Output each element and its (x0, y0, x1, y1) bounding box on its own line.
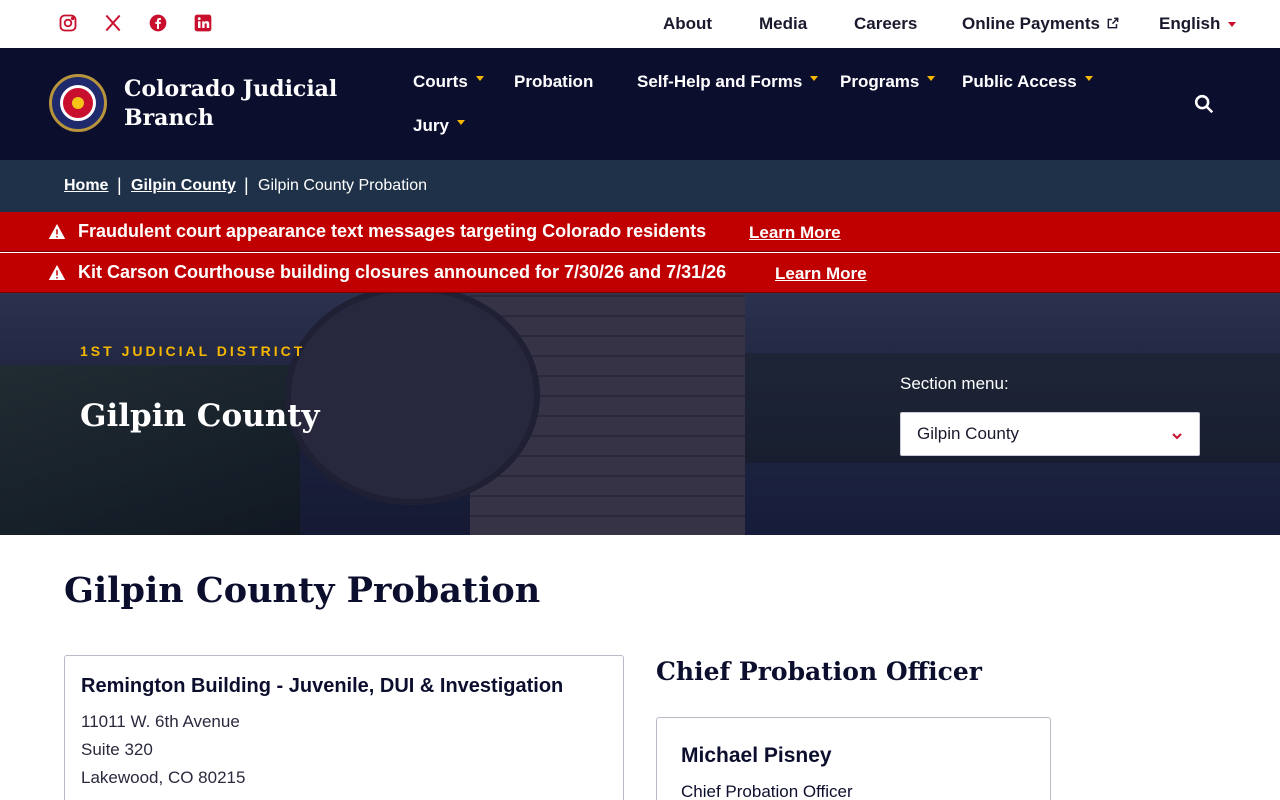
location-card: Remington Building - Juvenile, DUI & Inv… (64, 655, 624, 800)
language-select[interactable]: English (1159, 14, 1237, 34)
nav-jury[interactable]: Jury (413, 116, 465, 136)
colorado-courts-seal-logo[interactable] (49, 74, 107, 132)
search-icon[interactable] (1192, 93, 1216, 117)
breadcrumb-separator: | (117, 175, 122, 195)
officer-name: Michael Pisney (681, 744, 832, 767)
site-brand-name[interactable]: Colorado Judicial Branch (124, 75, 344, 133)
section-menu-value: Gilpin County (917, 424, 1020, 443)
caret-down-icon (475, 76, 484, 81)
nav-self-help[interactable]: Self-Help and Forms (637, 72, 819, 92)
page-title: Gilpin County Probation (64, 570, 541, 611)
x-icon[interactable] (102, 12, 124, 34)
caret-down-icon (1228, 22, 1237, 28)
external-link-icon (1106, 15, 1120, 35)
section-menu-select[interactable]: Gilpin County (900, 412, 1200, 456)
caret-down-icon (456, 120, 465, 125)
online-payments-label: Online Payments (962, 14, 1100, 33)
alert-message: Kit Carson Courthouse building closures … (78, 262, 727, 282)
media-link[interactable]: Media (759, 14, 807, 34)
caret-down-icon (1084, 76, 1093, 81)
nav-courts-label: Courts (413, 72, 468, 91)
nav-programs[interactable]: Programs (840, 72, 936, 92)
alert-banner: Kit Carson Courthouse building closures … (0, 253, 1280, 293)
warning-icon (48, 264, 66, 281)
nav-public-access[interactable]: Public Access (962, 72, 1093, 92)
alert-learn-more-link[interactable]: Learn More (749, 223, 841, 243)
nav-self-help-label: Self-Help and Forms (637, 72, 803, 91)
breadcrumb-current: Gilpin County Probation (258, 177, 427, 194)
district-label: 1ST JUDICIAL DISTRICT (80, 343, 306, 359)
officer-section-heading: Chief Probation Officer (656, 657, 982, 686)
section-menu-label: Section menu: (900, 374, 1009, 393)
officer-card: Michael Pisney Chief Probation Officer (656, 717, 1051, 800)
instagram-icon[interactable] (57, 12, 79, 34)
address-line: Lakewood, CO 80215 (81, 768, 246, 787)
alert-banner: Fraudulent court appearance text message… (0, 212, 1280, 252)
address-line: 11011 W. 6th Avenue (81, 712, 240, 731)
nav-jury-label: Jury (413, 116, 449, 135)
caret-down-icon (810, 76, 819, 81)
language-label: English (1159, 14, 1221, 33)
breadcrumb-county[interactable]: Gilpin County (131, 177, 236, 195)
caret-down-icon (927, 76, 936, 81)
breadcrumb-separator: | (244, 175, 249, 195)
about-link[interactable]: About (663, 14, 712, 34)
seal-emblem (60, 85, 96, 121)
careers-link[interactable]: Careers (854, 14, 917, 34)
nav-probation[interactable]: Probation (514, 72, 593, 92)
chevron-down-icon (1171, 429, 1183, 441)
breadcrumb-home[interactable]: Home (64, 177, 108, 195)
officer-role: Chief Probation Officer (681, 782, 853, 800)
warning-icon (48, 223, 66, 240)
location-title: Remington Building - Juvenile, DUI & Inv… (81, 675, 564, 697)
nav-programs-label: Programs (840, 72, 920, 91)
online-payments-link[interactable]: Online Payments (962, 14, 1120, 35)
alert-message: Fraudulent court appearance text message… (78, 221, 707, 241)
county-title: Gilpin County (80, 398, 320, 434)
facebook-icon[interactable] (147, 12, 169, 34)
nav-public-access-label: Public Access (962, 72, 1077, 91)
linkedin-icon[interactable] (192, 12, 214, 34)
address-line: Suite 320 (81, 740, 153, 759)
nav-courts[interactable]: Courts (413, 72, 484, 92)
alert-learn-more-link[interactable]: Learn More (775, 264, 867, 284)
